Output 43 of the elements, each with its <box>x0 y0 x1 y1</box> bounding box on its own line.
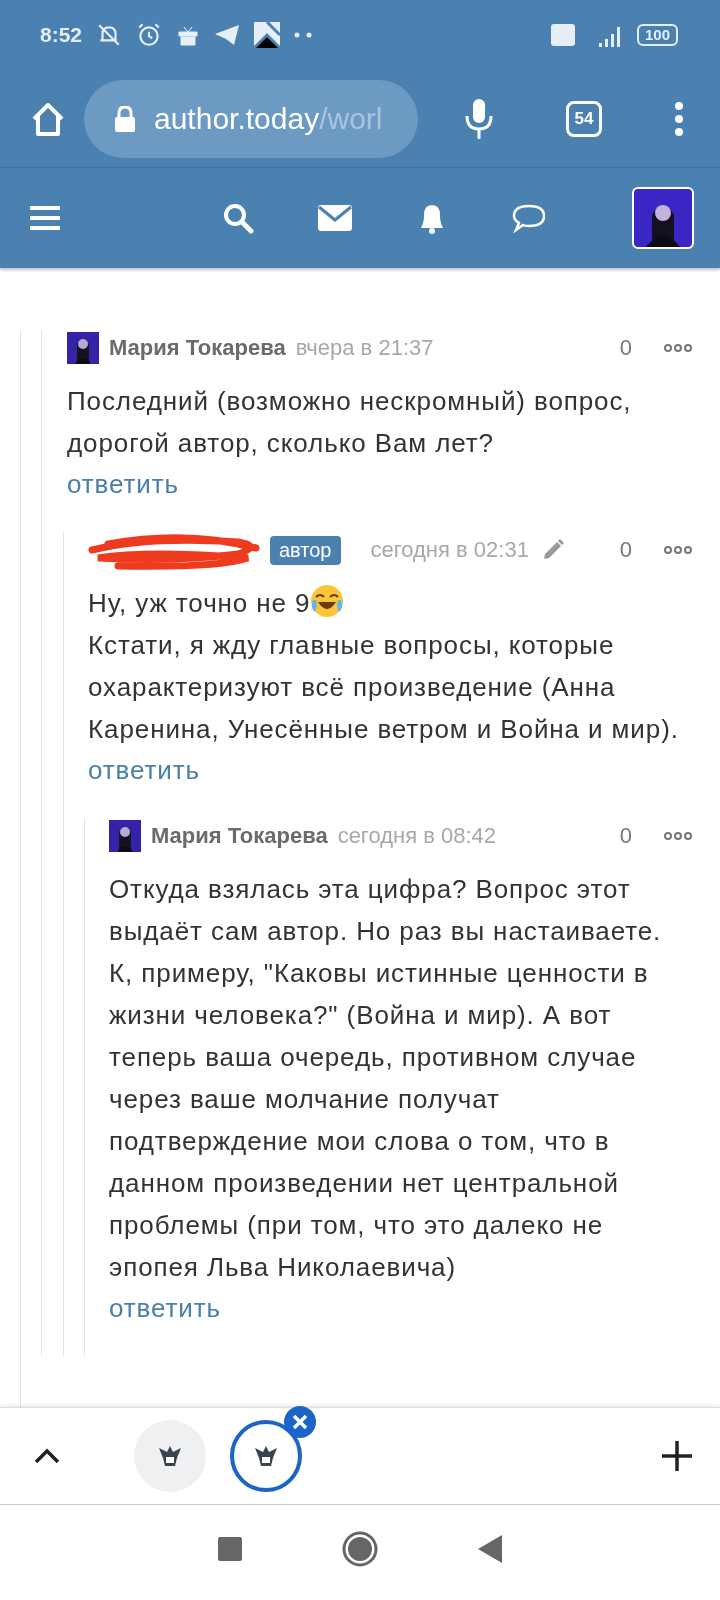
more-dots-icon <box>294 32 313 38</box>
comment-time: сегодня в 02:31 <box>370 537 529 563</box>
avatar[interactable] <box>632 187 694 249</box>
more-icon[interactable] <box>664 545 692 555</box>
menu-icon[interactable] <box>30 205 60 231</box>
more-icon[interactable] <box>664 343 692 353</box>
comment-time: сегодня в 08:42 <box>337 823 497 849</box>
paper-plane-icon <box>214 23 241 47</box>
comment-score: 0 <box>619 335 632 361</box>
comment-score: 0 <box>619 537 632 563</box>
comment-author[interactable]: Мария Токарева <box>151 823 328 849</box>
image-icon <box>254 22 281 48</box>
comment-text: Ну, уж точно не 9 <box>88 582 692 624</box>
chat-bubble-icon[interactable] <box>512 203 546 233</box>
plus-icon[interactable] <box>662 1441 692 1471</box>
microphone-icon[interactable] <box>464 97 494 140</box>
comment-text: Последний (возможно нескромный) вопрос, дорогой автор, сколько Вам лет? <box>67 385 633 460</box>
reply-link[interactable]: ответить <box>88 750 200 790</box>
recents-square-icon[interactable] <box>218 1536 242 1561</box>
tab-count-button[interactable]: 54 <box>566 100 602 137</box>
battery-level: 100 <box>636 24 678 46</box>
comment-text: Кстати, я жду главные вопросы, которые охарактеризуют всё произведение (Анна Каренина, Унесённые ветром и Война и мир). <box>88 629 680 746</box>
comment-score: 0 <box>619 823 632 849</box>
search-icon[interactable] <box>222 202 254 234</box>
url-text: author.today/worl <box>154 101 383 136</box>
back-triangle-icon[interactable] <box>478 1534 502 1563</box>
author-badge: автор <box>270 535 341 565</box>
more-icon[interactable] <box>664 831 692 841</box>
laughing-emoji-icon <box>310 584 345 618</box>
reply-link[interactable]: ответить <box>67 464 179 504</box>
lock-icon <box>114 105 136 132</box>
comment-text: Откуда взялась эта цифра? Вопрос этот выдаёт сам автор. Но раз вы настаиваете. К, примеру, "Каковы истинные ценности в жизни человека?" (Война и мир). А вот теперь ваша очередь, противном случае через ваше молчание получат подтверждение мои слова о том, что в данном произведении нет центральной проблемы (при том, что это далеко не эпопея Льва Николаевича) <box>109 873 663 1284</box>
chevron-up-icon[interactable] <box>34 1448 60 1464</box>
menu-dots-icon[interactable] <box>674 100 684 137</box>
comment-author[interactable]: Мария Токарева <box>109 335 286 361</box>
reply-link[interactable]: ответить <box>109 1288 221 1328</box>
home-icon[interactable] <box>30 100 66 137</box>
envelope-icon[interactable] <box>318 205 352 231</box>
close-icon[interactable] <box>284 1406 316 1438</box>
comment-time: вчера в 21:37 <box>295 335 434 361</box>
address-bar[interactable]: author.today/worl <box>84 79 418 158</box>
status-time: 8:52 <box>40 23 83 47</box>
home-circle-icon[interactable] <box>342 1530 378 1567</box>
